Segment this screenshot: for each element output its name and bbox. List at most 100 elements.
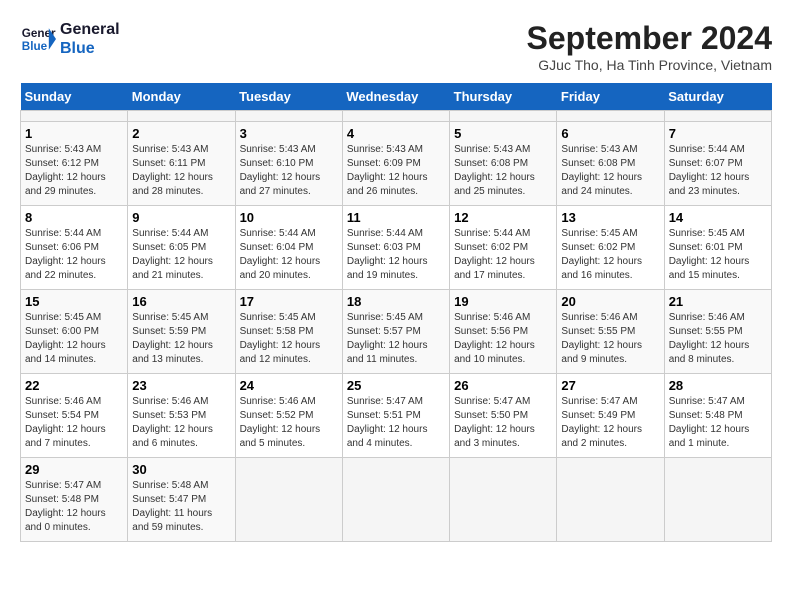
calendar-cell <box>342 458 449 542</box>
day-info: Sunrise: 5:44 AMSunset: 6:03 PMDaylight:… <box>347 227 445 283</box>
calendar-cell <box>664 111 771 122</box>
day-number: 17 <box>240 294 338 309</box>
calendar-cell <box>557 458 664 542</box>
day-info: Sunrise: 5:45 AMSunset: 5:58 PMDaylight:… <box>240 311 338 367</box>
day-info: Sunrise: 5:44 AMSunset: 6:04 PMDaylight:… <box>240 227 338 283</box>
calendar-cell <box>450 458 557 542</box>
day-number: 24 <box>240 378 338 393</box>
day-number: 4 <box>347 126 445 141</box>
location-subtitle: GJuc Tho, Ha Tinh Province, Vietnam <box>527 57 772 73</box>
calendar-cell <box>450 111 557 122</box>
month-title: September 2024 <box>527 20 772 57</box>
day-info: Sunrise: 5:46 AMSunset: 5:55 PMDaylight:… <box>669 311 767 367</box>
weekday-monday: Monday <box>128 83 235 111</box>
calendar-table: SundayMondayTuesdayWednesdayThursdayFrid… <box>20 83 772 542</box>
day-info: Sunrise: 5:44 AMSunset: 6:05 PMDaylight:… <box>132 227 230 283</box>
day-info: Sunrise: 5:43 AMSunset: 6:11 PMDaylight:… <box>132 143 230 199</box>
calendar-cell <box>342 111 449 122</box>
day-number: 28 <box>669 378 767 393</box>
calendar-cell: 16Sunrise: 5:45 AMSunset: 5:59 PMDayligh… <box>128 290 235 374</box>
day-info: Sunrise: 5:43 AMSunset: 6:09 PMDaylight:… <box>347 143 445 199</box>
calendar-cell: 11 Sunrise: 5:44 AMSunset: 6:03 PMDayligh… <box>342 206 449 290</box>
day-number: 3 <box>240 126 338 141</box>
day-number: 6 <box>561 126 659 141</box>
svg-text:Blue: Blue <box>22 40 48 53</box>
day-number: 22 <box>25 378 123 393</box>
logo-blue: Blue <box>60 39 120 58</box>
day-info: Sunrise: 5:47 AMSunset: 5:48 PMDaylight:… <box>25 479 123 535</box>
day-number: 29 <box>25 462 123 477</box>
day-info: Sunrise: 5:44 AMSunset: 6:07 PMDaylight:… <box>669 143 767 199</box>
calendar-cell: 24Sunrise: 5:46 AMSunset: 5:52 PMDayligh… <box>235 374 342 458</box>
calendar-cell: 26Sunrise: 5:47 AMSunset: 5:50 PMDayligh… <box>450 374 557 458</box>
calendar-cell: 1Sunrise: 5:43 AMSunset: 6:12 PMDaylight… <box>21 122 128 206</box>
day-info: Sunrise: 5:45 AMSunset: 5:57 PMDaylight:… <box>347 311 445 367</box>
calendar-week-4: 22Sunrise: 5:46 AMSunset: 5:54 PMDayligh… <box>21 374 772 458</box>
day-info: Sunrise: 5:45 AMSunset: 5:59 PMDaylight:… <box>132 311 230 367</box>
calendar-cell: 23 Sunrise: 5:46 AMSunset: 5:53 PMDayligh… <box>128 374 235 458</box>
calendar-cell: 14Sunrise: 5:45 AMSunset: 6:01 PMDayligh… <box>664 206 771 290</box>
calendar-cell <box>235 458 342 542</box>
day-number: 9 <box>132 210 230 225</box>
calendar-week-1: 1Sunrise: 5:43 AMSunset: 6:12 PMDaylight… <box>21 122 772 206</box>
day-number: 30 <box>132 462 230 477</box>
day-info: Sunrise: 5:44 AMSunset: 6:06 PMDaylight:… <box>25 227 123 283</box>
calendar-cell <box>235 111 342 122</box>
calendar-cell: 29 Sunrise: 5:47 AMSunset: 5:48 PMDayligh… <box>21 458 128 542</box>
day-number: 8 <box>25 210 123 225</box>
calendar-cell: 13 Sunrise: 5:45 AMSunset: 6:02 PMDayligh… <box>557 206 664 290</box>
day-info: Sunrise: 5:43 AMSunset: 6:08 PMDaylight:… <box>561 143 659 199</box>
day-number: 25 <box>347 378 445 393</box>
day-number: 1 <box>25 126 123 141</box>
day-info: Sunrise: 5:44 AMSunset: 6:02 PMDaylight:… <box>454 227 552 283</box>
calendar-body: 1Sunrise: 5:43 AMSunset: 6:12 PMDaylight… <box>21 111 772 542</box>
weekday-header-row: SundayMondayTuesdayWednesdayThursdayFrid… <box>21 83 772 111</box>
day-number: 5 <box>454 126 552 141</box>
logo-general: General <box>60 20 120 39</box>
day-number: 13 <box>561 210 659 225</box>
calendar-cell: 9 Sunrise: 5:44 AMSunset: 6:05 PMDaylight… <box>128 206 235 290</box>
day-info: Sunrise: 5:47 AMSunset: 5:51 PMDaylight:… <box>347 395 445 451</box>
day-info: Sunrise: 5:46 AMSunset: 5:56 PMDaylight:… <box>454 311 552 367</box>
calendar-cell: 28Sunrise: 5:47 AMSunset: 5:48 PMDayligh… <box>664 374 771 458</box>
day-number: 21 <box>669 294 767 309</box>
day-info: Sunrise: 5:46 AMSunset: 5:53 PMDaylight:… <box>132 395 230 451</box>
calendar-cell <box>557 111 664 122</box>
day-info: Sunrise: 5:45 AMSunset: 6:00 PMDaylight:… <box>25 311 123 367</box>
day-number: 27 <box>561 378 659 393</box>
calendar-cell: 19 Sunrise: 5:46 AMSunset: 5:56 PMDayligh… <box>450 290 557 374</box>
calendar-week-5: 29 Sunrise: 5:47 AMSunset: 5:48 PMDayligh… <box>21 458 772 542</box>
calendar-cell: 6 Sunrise: 5:43 AMSunset: 6:08 PMDaylight… <box>557 122 664 206</box>
day-number: 15 <box>25 294 123 309</box>
calendar-cell: 18Sunrise: 5:45 AMSunset: 5:57 PMDayligh… <box>342 290 449 374</box>
calendar-cell: 20Sunrise: 5:46 AMSunset: 5:55 PMDayligh… <box>557 290 664 374</box>
day-info: Sunrise: 5:47 AMSunset: 5:50 PMDaylight:… <box>454 395 552 451</box>
calendar-cell: 2Sunrise: 5:43 AMSunset: 6:11 PMDaylight… <box>128 122 235 206</box>
calendar-cell: 30Sunrise: 5:48 AMSunset: 5:47 PMDayligh… <box>128 458 235 542</box>
page-header: General Blue General Blue September 2024… <box>20 20 772 73</box>
day-number: 11 <box>347 210 445 225</box>
calendar-cell: 3 Sunrise: 5:43 AMSunset: 6:10 PMDaylight… <box>235 122 342 206</box>
calendar-cell: 27 Sunrise: 5:47 AMSunset: 5:49 PMDayligh… <box>557 374 664 458</box>
day-number: 20 <box>561 294 659 309</box>
calendar-cell: 15 Sunrise: 5:45 AMSunset: 6:00 PMDayligh… <box>21 290 128 374</box>
weekday-thursday: Thursday <box>450 83 557 111</box>
weekday-saturday: Saturday <box>664 83 771 111</box>
weekday-friday: Friday <box>557 83 664 111</box>
calendar-cell: 17 Sunrise: 5:45 AMSunset: 5:58 PMDayligh… <box>235 290 342 374</box>
calendar-cell <box>664 458 771 542</box>
day-number: 23 <box>132 378 230 393</box>
day-info: Sunrise: 5:43 AMSunset: 6:10 PMDaylight:… <box>240 143 338 199</box>
day-info: Sunrise: 5:45 AMSunset: 6:02 PMDaylight:… <box>561 227 659 283</box>
calendar-cell <box>21 111 128 122</box>
calendar-cell: 4 Sunrise: 5:43 AMSunset: 6:09 PMDaylight… <box>342 122 449 206</box>
weekday-wednesday: Wednesday <box>342 83 449 111</box>
calendar-cell: 7Sunrise: 5:44 AMSunset: 6:07 PMDaylight… <box>664 122 771 206</box>
day-info: Sunrise: 5:47 AMSunset: 5:49 PMDaylight:… <box>561 395 659 451</box>
calendar-cell: 12Sunrise: 5:44 AMSunset: 6:02 PMDayligh… <box>450 206 557 290</box>
day-number: 19 <box>454 294 552 309</box>
day-number: 10 <box>240 210 338 225</box>
calendar-cell <box>128 111 235 122</box>
logo: General Blue General Blue <box>20 20 120 58</box>
day-info: Sunrise: 5:45 AMSunset: 6:01 PMDaylight:… <box>669 227 767 283</box>
